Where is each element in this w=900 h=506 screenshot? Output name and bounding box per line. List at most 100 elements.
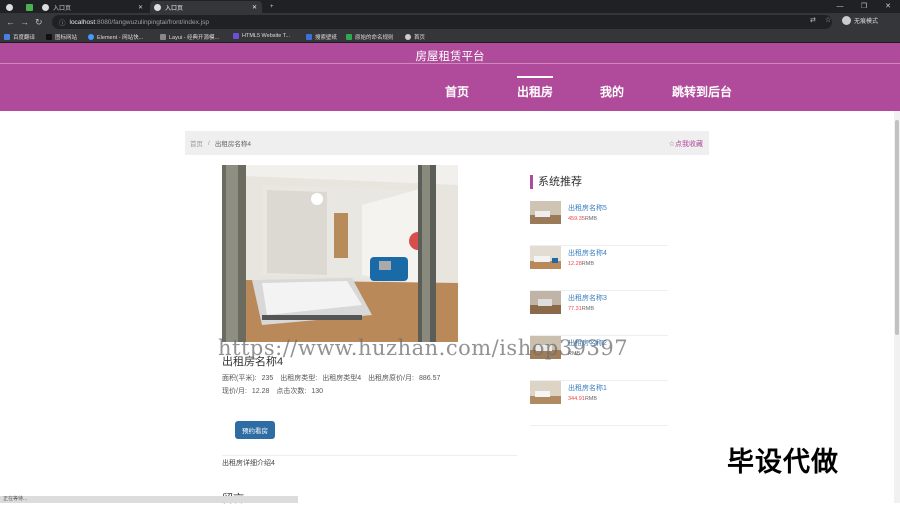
promo-overlay-text: 毕设代做 <box>727 447 839 477</box>
apps-icon <box>4 34 10 40</box>
breadcrumb-separator: / <box>208 139 210 147</box>
star-icon[interactable]: ☆ <box>825 16 831 24</box>
reload-icon[interactable]: ↻ <box>35 16 43 28</box>
scrollbar-thumb[interactable] <box>895 120 899 335</box>
breadcrumb-home[interactable]: 首页 <box>190 138 203 148</box>
browser-tab-active[interactable]: 入口页 ✕ <box>150 1 262 13</box>
site-header: 房屋租赁平台 首页 出租房 我的 跳转到后台 <box>0 43 900 111</box>
tab-title: 入口页 <box>165 5 184 12</box>
property-attributes: 面积(平米): 235 出租房类型: 出租房类型4 出租房原价/月: 886.57 现… <box>222 372 445 398</box>
globe-icon <box>42 3 49 11</box>
clicks-value: 130 <box>311 388 324 395</box>
current-price-label: 现价/月: <box>222 388 247 395</box>
browser-tab-strip: 入口页 ✕ 入口页 ✕ + — ❐ ✕ <box>0 0 900 13</box>
recommend-thumbnail <box>530 201 561 224</box>
recommend-name[interactable]: 出租房名称4 <box>568 248 607 258</box>
attribute-row: 面积(平米): 235 出租房类型: 出租房类型4 出租房原价/月: 886.57 <box>222 372 445 385</box>
translate-icon[interactable]: ⇄ <box>810 16 816 24</box>
close-icon[interactable]: ✕ <box>252 4 257 11</box>
recommend-price: 459.35RMB <box>568 216 598 222</box>
recommend-name[interactable]: 出租房名称1 <box>568 383 607 393</box>
recommend-name[interactable]: 出租房名称3 <box>568 293 607 303</box>
globe-icon <box>154 3 161 11</box>
incognito-icon <box>842 16 851 25</box>
browser-toolbar: ← → ↻ ⓘ localhost :8080/fangwuzulinpingt… <box>0 13 900 31</box>
maximize-button[interactable]: ❐ <box>852 0 876 13</box>
recommend-item[interactable]: 出租房名称1 344.91RMB <box>530 381 668 426</box>
close-window-button[interactable]: ✕ <box>876 0 900 13</box>
recommend-thumbnail <box>530 381 561 404</box>
bookmark-item[interactable]: 首页 <box>405 33 425 41</box>
app-icon <box>26 3 33 11</box>
back-icon[interactable]: ← <box>6 16 15 28</box>
bookmark-item[interactable]: Layui - 经典开源模... <box>160 33 219 41</box>
plus-icon: + <box>270 4 274 10</box>
header-divider <box>0 63 900 64</box>
recommend-item[interactable]: 出租房名称3 77.31RMB <box>530 291 668 336</box>
bookmark-icon <box>46 34 52 40</box>
bookmark-icon <box>233 33 239 39</box>
browser-tab[interactable] <box>22 1 36 13</box>
bookmark-icon <box>346 34 352 40</box>
browser-status-bar: 正在等待... <box>0 496 298 503</box>
type-value: 出租房类型4 <box>322 375 362 382</box>
url-host: localhost <box>69 18 96 26</box>
breadcrumb: 首页 / 出租房名称4 ☆点我收藏 <box>185 131 709 155</box>
recommend-item[interactable]: 出租房名称4 12.28RMB <box>530 246 668 291</box>
browser-tab[interactable] <box>2 1 20 13</box>
clicks-label: 点击次数: <box>276 388 307 395</box>
current-price-value: 12.28 <box>251 388 270 395</box>
bookmark-item[interactable]: 搜索壁纸 <box>306 33 337 41</box>
bookmark-item[interactable]: Element - 网站快... <box>88 33 143 41</box>
close-icon[interactable]: ✕ <box>138 4 143 11</box>
minimize-button[interactable]: — <box>828 0 852 13</box>
recommend-price: 12.28RMB <box>568 261 594 267</box>
book-viewing-button[interactable]: 预约看房 <box>235 421 275 439</box>
browser-tab[interactable]: 入口页 ✕ <box>38 1 148 13</box>
original-price-label: 出租房原价/月: <box>368 375 414 382</box>
bookmark-icon <box>306 34 312 40</box>
tab-title: 入口页 <box>53 5 72 12</box>
attribute-row: 现价/月: 12.28 点击次数: 130 <box>222 385 445 398</box>
info-icon: ⓘ <box>59 20 66 27</box>
globe-icon <box>405 34 411 40</box>
window-controls: — ❐ ✕ <box>828 0 900 13</box>
nav-rentals[interactable]: 出租房 <box>517 76 554 100</box>
address-bar[interactable]: ⓘ localhost :8080/fangwuzulinpingtai/fro… <box>52 15 832 29</box>
profile-label: 无痕模式 <box>854 19 879 25</box>
recommend-thumbnail <box>530 246 561 269</box>
watermark-text: https://www.huzhan.com/ishop39397 <box>218 336 629 360</box>
recommend-price: 344.91RMB <box>568 396 598 402</box>
bookmark-icon <box>88 34 94 40</box>
property-description: 出租房详细介绍4 <box>222 460 275 467</box>
room-image <box>222 165 458 342</box>
globe-icon <box>6 3 13 11</box>
recommend-thumbnail <box>530 291 561 314</box>
bookmark-item[interactable]: HTML5 Website T... <box>233 33 290 39</box>
new-tab-button[interactable]: + <box>266 1 280 13</box>
nav-home[interactable]: 首页 <box>445 83 469 100</box>
recommend-name[interactable]: 出租房名称5 <box>568 203 607 213</box>
recommend-title: 系统推荐 <box>530 175 582 189</box>
bookmark-item[interactable]: 百度翻译 <box>4 33 35 41</box>
recommend-price: 77.31RMB <box>568 306 594 312</box>
breadcrumb-current: 出租房名称4 <box>214 141 251 148</box>
bookmark-item[interactable]: 原始的命名规则 <box>346 33 394 41</box>
bookmarks-bar: 百度翻译 图标网站 Element - 网站快... Layui - 经典开源模… <box>0 31 900 43</box>
original-price-value: 886.57 <box>418 375 441 382</box>
favorite-link[interactable]: ☆点我收藏 <box>669 139 703 149</box>
section-divider <box>222 455 517 456</box>
recommend-item[interactable]: 出租房名称5 459.35RMB <box>530 201 668 246</box>
url-path: :8080/fangwuzulinpingtai/front/index.jsp <box>95 18 209 26</box>
type-label: 出租房类型: <box>280 375 318 382</box>
bookmark-icon <box>160 34 166 40</box>
area-label: 面积(平米): <box>222 375 257 382</box>
property-photo <box>222 165 458 342</box>
nav-mine[interactable]: 我的 <box>600 83 624 100</box>
profile-button[interactable]: 无痕模式 <box>842 16 878 25</box>
bookmark-item[interactable]: 图标网站 <box>46 33 77 41</box>
site-title: 房屋租赁平台 <box>415 51 485 63</box>
forward-icon[interactable]: → <box>20 16 29 28</box>
area-value: 235 <box>261 375 274 382</box>
nav-admin[interactable]: 跳转到后台 <box>672 83 732 100</box>
